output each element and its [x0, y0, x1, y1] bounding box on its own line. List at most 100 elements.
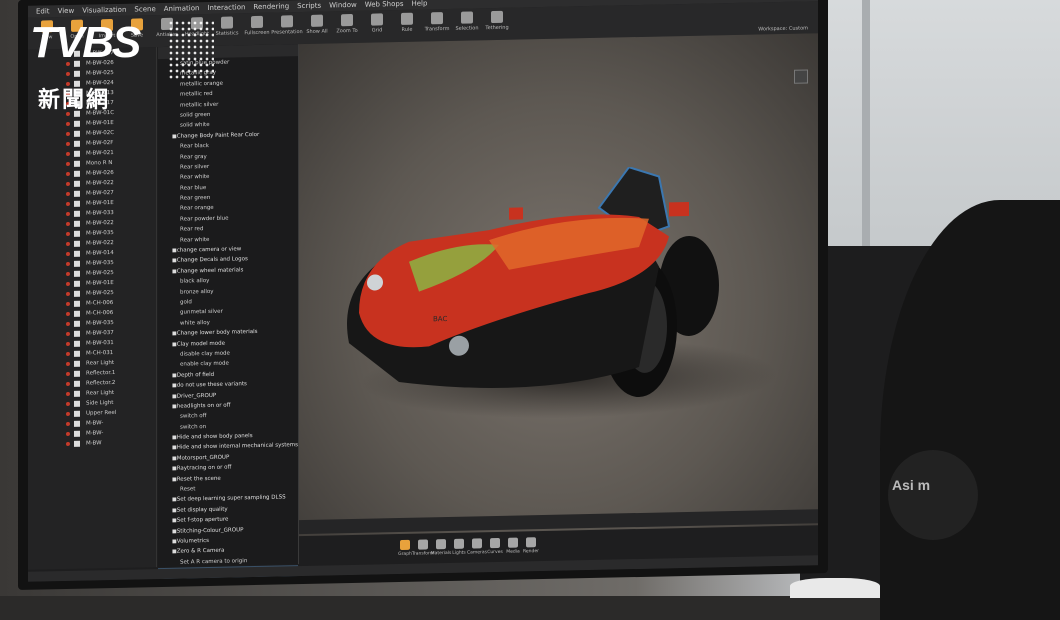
menu-item[interactable]: Visualization	[82, 4, 126, 17]
tree-row-label: M-BW-022	[86, 239, 114, 247]
menu-item[interactable]: Edit	[36, 5, 50, 17]
toolbar-button[interactable]: Presentation	[271, 12, 303, 43]
visibility-checkbox[interactable]	[74, 350, 80, 357]
dock-label: Media	[506, 549, 520, 555]
visibility-checkbox[interactable]	[74, 190, 80, 197]
visibility-checkbox[interactable]	[74, 300, 80, 307]
tree-row-label: M-BW-	[86, 420, 104, 427]
node-type-icon	[66, 341, 70, 346]
visibility-checkbox[interactable]	[74, 180, 80, 187]
toolbar-button[interactable]: Fullscreen	[244, 13, 270, 44]
node-type-icon	[66, 191, 70, 196]
node-type-icon	[66, 371, 70, 376]
tree-row-label: Reflector.2	[86, 379, 116, 387]
toolbar-label: Statistics	[215, 30, 239, 37]
node-type-icon	[66, 441, 70, 446]
visibility-checkbox[interactable]	[74, 340, 80, 347]
menu-item[interactable]: Scripts	[297, 0, 321, 12]
toolbar-button[interactable]: Grid	[364, 10, 390, 41]
menu-item[interactable]: Window	[329, 0, 357, 11]
toolbar-button[interactable]: Transform	[424, 9, 450, 40]
visibility-checkbox[interactable]	[74, 310, 80, 317]
tree-row-label: M-BW-01E	[86, 199, 114, 207]
visibility-checkbox[interactable]	[74, 420, 80, 427]
tree-row-label: M-BW-	[86, 430, 104, 437]
visibility-checkbox[interactable]	[74, 150, 80, 157]
toolbar-icon	[341, 13, 353, 27]
dock-icon	[454, 538, 464, 549]
toolbar-label: Fullscreen	[244, 29, 270, 37]
tree-row-label: M-BW	[86, 440, 102, 447]
tree-row-label: Reflector.1	[86, 369, 116, 377]
toolbar-label: Tethering	[485, 24, 509, 32]
visibility-checkbox[interactable]	[74, 320, 80, 327]
visibility-checkbox[interactable]	[74, 360, 80, 367]
render-viewport[interactable]: BAC	[299, 33, 818, 537]
tree-row-label: Upper Reel	[86, 409, 117, 417]
visibility-checkbox[interactable]	[74, 280, 80, 287]
menu-item[interactable]: Help	[411, 0, 427, 10]
menu-item[interactable]: Interaction	[207, 1, 245, 14]
visibility-checkbox[interactable]	[74, 400, 80, 407]
tree-row-label: Side Light	[86, 400, 114, 407]
node-type-icon	[66, 281, 70, 286]
viewport-nav-cube[interactable]	[794, 69, 808, 84]
toolbar-button[interactable]: Tethering	[484, 8, 510, 39]
menu-item[interactable]: Rendering	[253, 0, 289, 13]
tvbs-logo: TVBS 新聞網	[30, 18, 214, 113]
tree-row-label: Mono R N	[86, 160, 113, 167]
toolbar-button[interactable]: Statistics	[214, 13, 240, 44]
tree-row-label: M-BW-022	[86, 179, 114, 187]
visibility-checkbox[interactable]	[74, 270, 80, 277]
menu-item[interactable]: Scene	[134, 3, 155, 15]
visibility-checkbox[interactable]	[74, 260, 80, 267]
visibility-checkbox[interactable]	[74, 430, 80, 437]
visibility-checkbox[interactable]	[74, 210, 80, 217]
visibility-checkbox[interactable]	[74, 240, 80, 247]
visibility-checkbox[interactable]	[74, 200, 80, 207]
visibility-checkbox[interactable]	[74, 330, 80, 337]
node-type-icon	[66, 361, 70, 366]
visibility-checkbox[interactable]	[74, 440, 80, 447]
menu-item[interactable]: Animation	[164, 2, 200, 15]
visibility-checkbox[interactable]	[74, 160, 80, 167]
visibility-checkbox[interactable]	[74, 120, 80, 127]
toolbar-icon	[431, 12, 443, 25]
visibility-checkbox[interactable]	[74, 230, 80, 237]
node-type-icon	[66, 351, 70, 356]
toolbar-button[interactable]: Zoom To	[334, 11, 360, 42]
car-badge: BAC	[433, 315, 447, 323]
toolbar-icon	[461, 11, 473, 24]
tree-row-label: M-BW-027	[86, 189, 114, 197]
workspace-label[interactable]: Workspace: Custom	[758, 25, 808, 32]
node-type-icon	[66, 241, 70, 246]
node-type-icon	[66, 291, 70, 296]
visibility-checkbox[interactable]	[74, 390, 80, 397]
node-type-icon	[66, 251, 70, 256]
visibility-checkbox[interactable]	[74, 370, 80, 377]
toolbar-button[interactable]: Show All	[304, 11, 330, 42]
tree-row-label: M-BW-026	[86, 169, 114, 177]
tree-row-label: M-BW-01E	[86, 119, 114, 127]
visibility-checkbox[interactable]	[74, 220, 80, 227]
node-type-icon	[66, 261, 70, 266]
visibility-checkbox[interactable]	[74, 250, 80, 257]
menu-item[interactable]: View	[58, 5, 75, 17]
visibility-checkbox[interactable]	[74, 380, 80, 387]
node-type-icon	[66, 231, 70, 236]
dock-label: Cameras	[467, 550, 488, 556]
visibility-checkbox[interactable]	[74, 130, 80, 137]
visibility-checkbox[interactable]	[74, 140, 80, 147]
tree-row[interactable]: M-BW	[28, 437, 156, 450]
toolbar-label: Presentation	[271, 29, 303, 36]
tree-row-label: M-BW-035	[86, 319, 114, 327]
toolbar-icon	[221, 16, 233, 29]
toolbar-button[interactable]: Selection	[454, 8, 480, 39]
visibility-checkbox[interactable]	[74, 410, 80, 417]
toolbar-label: Transform	[424, 25, 450, 33]
node-type-icon	[66, 181, 70, 186]
node-type-icon	[66, 421, 70, 426]
visibility-checkbox[interactable]	[74, 170, 80, 177]
toolbar-button[interactable]: Rule	[394, 10, 420, 41]
visibility-checkbox[interactable]	[74, 290, 80, 297]
